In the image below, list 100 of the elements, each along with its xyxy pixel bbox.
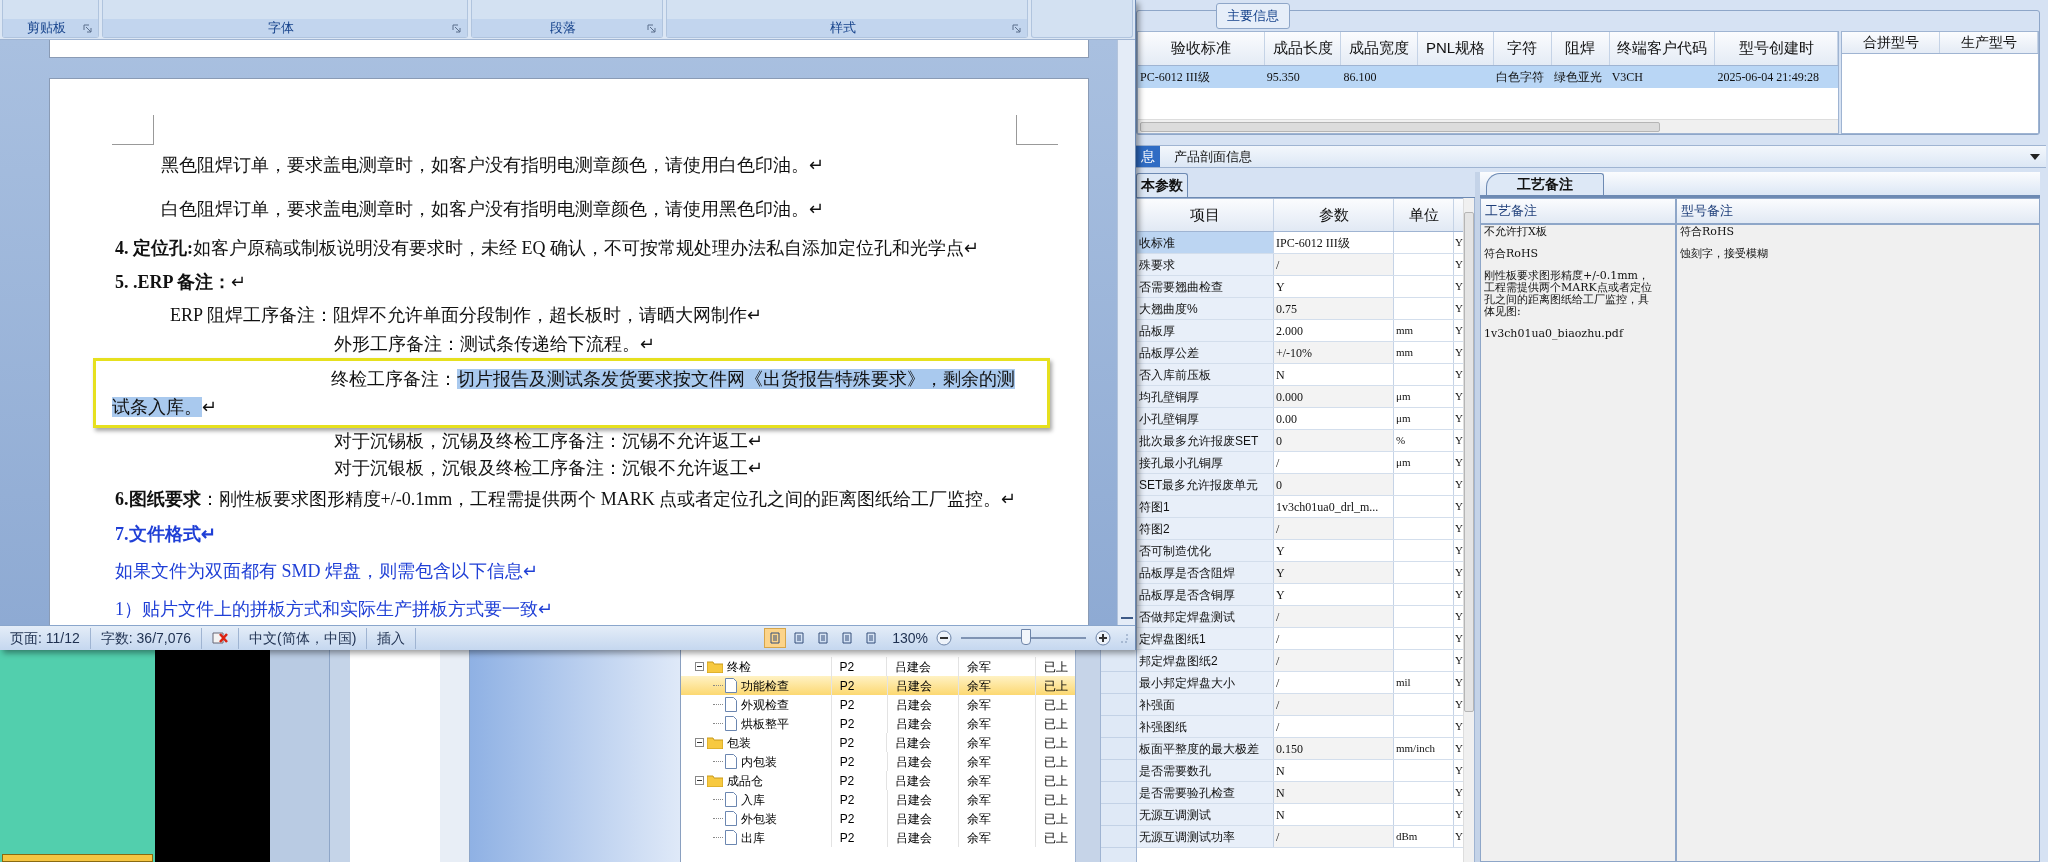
tree-row[interactable]: 功能检查 P2 吕建会 余军 已上 <box>681 676 1075 695</box>
vertical-scrollbar[interactable] <box>1462 198 1474 862</box>
zoom-level[interactable]: 130% <box>892 627 928 649</box>
tree-label: 烘板整平 <box>741 715 789 733</box>
param-row[interactable]: 无源互调测试功率 / dBm Y <box>1137 826 1463 848</box>
flag-label: Y <box>1454 323 1463 339</box>
column-header[interactable]: 参数 <box>1274 199 1394 231</box>
table-cell-text: V3CH <box>1611 69 1643 86</box>
param-row[interactable]: 否可制造优化 Y Y <box>1137 540 1463 562</box>
scroll-thumb[interactable] <box>1463 212 1474 712</box>
page-count[interactable]: 页面: 11/12 <box>0 627 91 649</box>
horizontal-scrollbar[interactable] <box>1138 119 1838 133</box>
tree-row[interactable]: 内包装 P2 吕建会 余军 已上 <box>681 752 1075 771</box>
tree-row[interactable]: 入库 P2 吕建会 余军 已上 <box>681 790 1075 809</box>
table-row[interactable]: PC-6012 III级 95.350 86.100 白色字符 绿色亚光 V3CH 2025-06-04 21:49:28 <box>1138 66 1838 88</box>
zoom-slider-thumb[interactable] <box>1021 629 1031 645</box>
param-row[interactable]: 否做邦定焊盘测试 / Y <box>1137 606 1463 628</box>
note-text-area[interactable]: 不允许打X板 符合RoHS 刚性板要求图形精度+/-0.1mm，工程需提供两个MARK点或者定位孔之间的距离图纸给工厂监控，具体见图: 1v3ch01ua0_biaozhu.pdf <box>1481 225 1675 861</box>
tree-row[interactable]: 成品仓 P2 吕建会 余军 已上 <box>681 771 1075 790</box>
param-row[interactable]: 殊要求 / Y <box>1137 254 1463 276</box>
section-tab[interactable]: 息 <box>1136 146 1160 167</box>
param-row[interactable]: 定焊盘图纸1 / Y <box>1137 628 1463 650</box>
param-row[interactable]: 收标准 IPC-6012 III级 Y <box>1137 232 1463 254</box>
param-row[interactable]: 邦定焊盘图纸2 / Y <box>1137 650 1463 672</box>
proofing-icon[interactable] <box>210 630 231 646</box>
param-row[interactable]: 品板厚 2.000 mm Y <box>1137 320 1463 342</box>
param-row[interactable]: 品板厚是否含阻焊 Y Y <box>1137 562 1463 584</box>
param-name: 定焊盘图纸1 <box>1137 628 1274 649</box>
param-row[interactable]: 补强图纸 / Y <box>1137 716 1463 738</box>
tree-row[interactable]: 出库 P2 吕建会 余军 已上 <box>681 828 1075 847</box>
word-count[interactable]: 字数: 36/7,076 <box>90 627 203 649</box>
param-row[interactable]: 无源互调测试 N Y <box>1137 804 1463 826</box>
scroll-thumb[interactable] <box>1140 121 1660 132</box>
param-name: SET最多允许报废单元 <box>1137 474 1274 495</box>
column-header[interactable]: 合拼型号 <box>1842 32 1940 53</box>
param-row[interactable]: 符图2 / Y <box>1137 518 1463 540</box>
scroll-thumb-icon[interactable] <box>1120 617 1133 619</box>
collapse-icon[interactable] <box>695 738 704 747</box>
column-header[interactable]: 成品宽度 <box>1341 32 1419 65</box>
param-row[interactable]: SET最多允许报废单元 0 Y <box>1137 474 1463 496</box>
param-row[interactable]: 否入库前压板 N Y <box>1137 364 1463 386</box>
vertical-scrollbar[interactable] <box>1117 40 1135 625</box>
dialog-launcher-icon[interactable] <box>83 23 92 33</box>
param-row[interactable]: 是否需要数孔 N Y <box>1137 760 1463 782</box>
language-indicator[interactable]: 中文(简体，中国) <box>238 627 368 649</box>
param-row[interactable]: 板面平整度的最大极差 0.150 mm/inch Y <box>1137 738 1463 760</box>
dropdown-caret-icon[interactable] <box>2030 153 2040 160</box>
column-header[interactable]: 成品长度 <box>1264 32 1342 65</box>
column-header[interactable]: 项目 <box>1137 199 1274 231</box>
param-row[interactable]: 均孔壁铜厚 0.000 μm Y <box>1137 386 1463 408</box>
param-row[interactable]: 最小邦定焊盘大小 / mil Y <box>1137 672 1463 694</box>
column-header[interactable]: 字符 <box>1494 32 1552 65</box>
column-header[interactable]: 终端客户代码 <box>1609 32 1716 65</box>
column-header[interactable]: 生产型号 <box>1940 32 2038 53</box>
insert-mode[interactable]: 插入 <box>367 627 417 649</box>
column-header[interactable]: 型号创建时 <box>1715 32 1838 65</box>
zoom-in-icon[interactable] <box>1095 630 1111 646</box>
flag-label: Y <box>1454 741 1463 757</box>
dialog-launcher-icon[interactable] <box>647 23 656 33</box>
column-header[interactable]: 型号备注 <box>1677 199 2039 225</box>
document-icon <box>725 754 737 769</box>
flag-label: Y <box>1454 631 1463 647</box>
collapse-icon[interactable] <box>695 662 704 671</box>
column-header[interactable]: 单位 <box>1394 199 1454 231</box>
table-cell: P2 <box>830 733 887 752</box>
param-value: / <box>1276 674 1280 692</box>
note-line: 1v3ch01ua0_biaozhu.pdf <box>1484 328 1625 340</box>
param-row[interactable]: 符图1 1v3ch01ua0_drl_m... Y <box>1137 496 1463 518</box>
param-row[interactable]: 小孔壁铜厚 0.00 μm Y <box>1137 408 1463 430</box>
column-header[interactable]: 阻焊 <box>1551 32 1610 65</box>
param-name: 补强图纸 <box>1137 716 1274 737</box>
column-header[interactable]: 工艺备注 <box>1481 199 1675 225</box>
param-name: 品板厚 <box>1137 320 1274 341</box>
table-cell-text: 95.350 <box>1266 69 1300 86</box>
tree-row[interactable]: 包装 P2 吕建会 余军 已上 <box>681 733 1075 752</box>
note-text-area[interactable]: 符合RoHS 蚀刻字，接受模糊 <box>1677 225 2039 861</box>
param-name: 品板厚公差 <box>1137 342 1274 363</box>
zoom-out-icon[interactable] <box>936 630 952 646</box>
dialog-launcher-icon[interactable] <box>1012 23 1021 33</box>
column-header[interactable]: 验收标准 <box>1138 32 1265 65</box>
param-row[interactable]: 品板厚公差 +/-10% mm Y <box>1137 342 1463 364</box>
column-header[interactable]: PNL规格 <box>1418 32 1494 65</box>
param-row[interactable]: 品板厚是否含铜厚 Y Y <box>1137 584 1463 606</box>
tree-row[interactable]: 外观检查 P2 吕建会 余军 已上 <box>681 695 1075 714</box>
notes-tab[interactable]: 工艺备注 <box>1486 173 1604 195</box>
table-cell: 吕建会 <box>886 809 959 828</box>
tree-row[interactable]: 烘板整平 P2 吕建会 余军 已上 <box>681 714 1075 733</box>
params-tab[interactable]: 本参数 <box>1136 173 1188 197</box>
param-row[interactable]: 否需要翘曲检查 Y Y <box>1137 276 1463 298</box>
dialog-launcher-icon[interactable] <box>452 23 461 33</box>
view-button[interactable] <box>764 628 787 648</box>
param-row[interactable]: 补强面 / Y <box>1137 694 1463 716</box>
collapse-icon[interactable] <box>695 776 704 785</box>
folder-icon <box>707 774 723 787</box>
param-row[interactable]: 是否需要验孔检查 N Y <box>1137 782 1463 804</box>
tree-row[interactable]: 外包装 P2 吕建会 余军 已上 <box>681 809 1075 828</box>
param-row[interactable]: 批次最多允许报废SET 0 % Y <box>1137 430 1463 452</box>
param-row[interactable]: 大翘曲度% 0.75 Y <box>1137 298 1463 320</box>
param-row[interactable]: 接孔最小孔铜厚 / μm Y <box>1137 452 1463 474</box>
param-name: 否可制造优化 <box>1137 540 1274 561</box>
